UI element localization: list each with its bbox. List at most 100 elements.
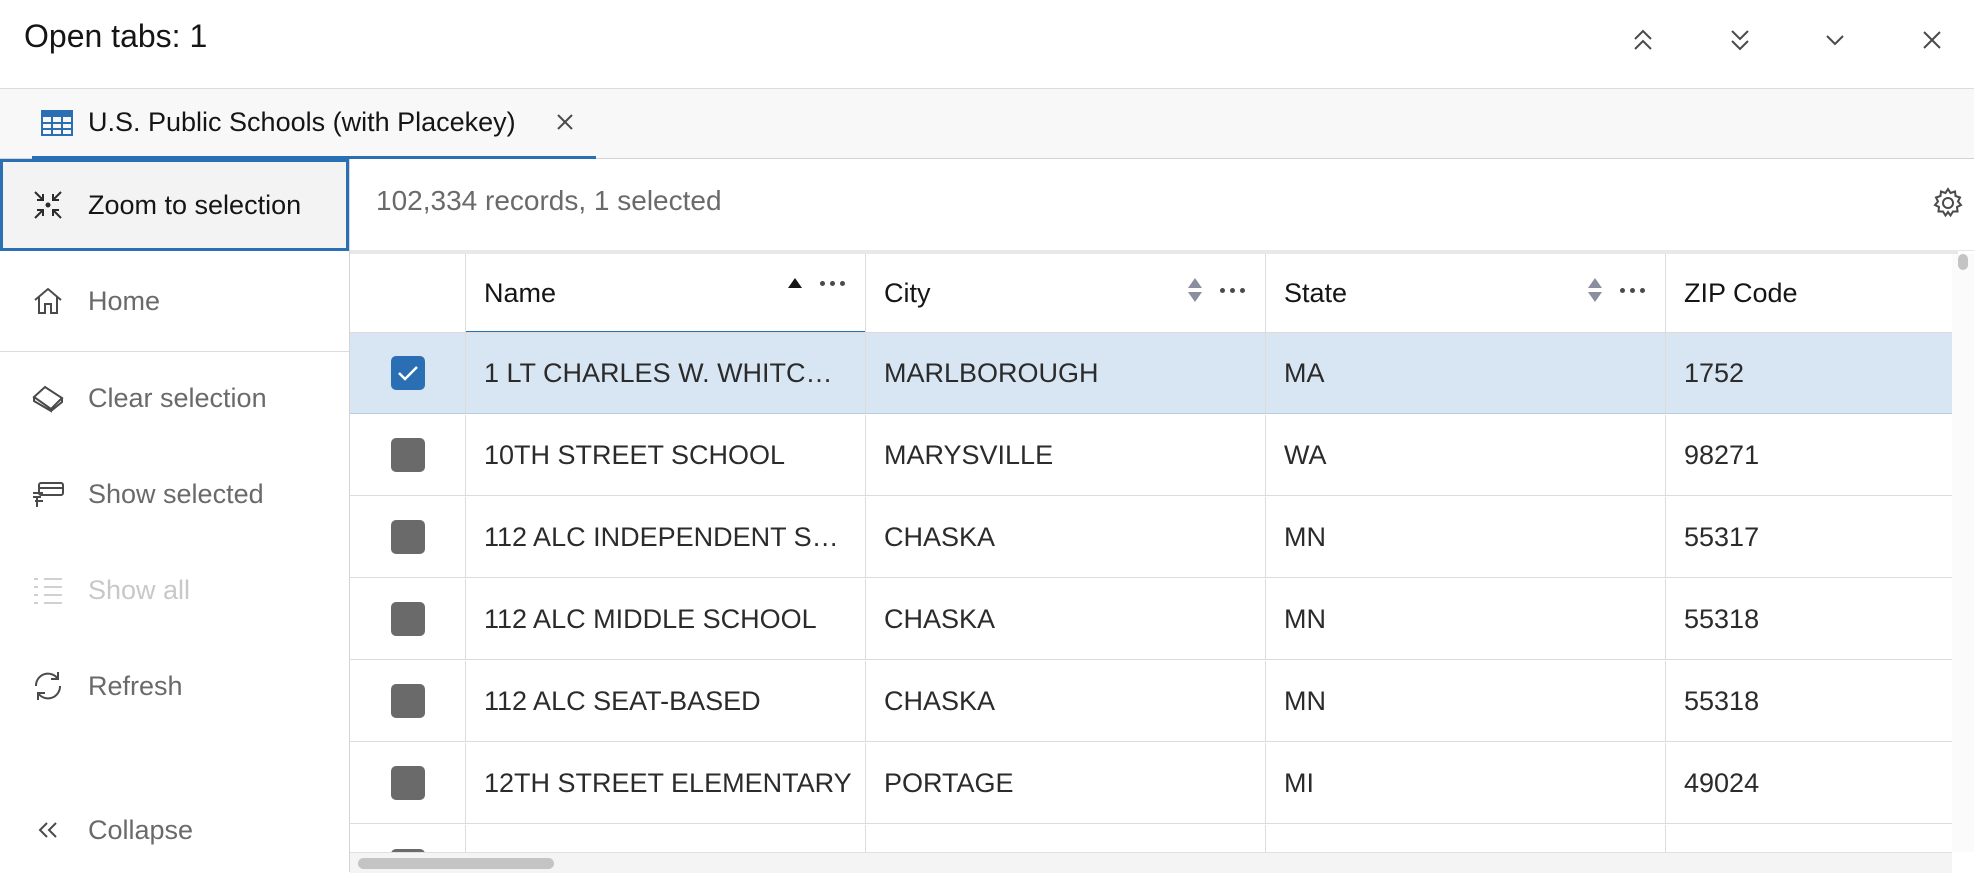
cell-zip: 55318 (1684, 685, 1760, 716)
row-checkbox[interactable] (390, 356, 425, 390)
table-row[interactable] (350, 825, 1952, 852)
double-chevron-left-icon (30, 812, 66, 848)
table-header-row: Name City State ZIP Code (350, 254, 1952, 333)
collapse-label: Collapse (88, 814, 194, 845)
chevron-down-icon (1826, 35, 1844, 46)
eraser-icon (30, 380, 66, 416)
cell-name: 12TH STREET ELEMENTARY (466, 743, 866, 823)
cell-zip: 49024 (1684, 767, 1760, 798)
row-checkbox[interactable] (390, 520, 425, 554)
expand-down-button[interactable] (1720, 20, 1760, 60)
table-row[interactable]: 1 LT CHARLES W. WHITC… MARLBOROUGH MA 17… (350, 333, 1952, 414)
column-header-label: State (1284, 277, 1348, 308)
table-row[interactable]: 112 ALC SEAT-BASED CHASKA MN 55318 (350, 661, 1952, 742)
row-checkbox[interactable] (390, 684, 425, 718)
vertical-scrollbar[interactable] (1952, 254, 1974, 852)
close-tab-button[interactable] (550, 107, 580, 137)
open-tabs-title: Open tabs: 1 (24, 18, 208, 54)
table-toolbar: 102,334 records, 1 selected (350, 159, 1974, 251)
row-checkbox[interactable] (390, 438, 425, 472)
sort-icon[interactable] (1188, 278, 1202, 302)
sort-icon[interactable] (1588, 278, 1602, 302)
close-panel-button[interactable] (1912, 20, 1952, 60)
zoom-to-selection-button[interactable]: Zoom to selection (0, 159, 349, 251)
cell-state (1266, 825, 1666, 852)
show-selected-label: Show selected (88, 478, 264, 509)
cell-city: PORTAGE (866, 743, 1266, 823)
tab-label: U.S. Public Schools (with Placekey) (88, 107, 516, 137)
cell-zip (1666, 825, 1952, 852)
zoom-to-selection-icon (30, 187, 66, 223)
row-checkbox-cell (350, 333, 466, 413)
home-label: Home (88, 285, 161, 316)
vertical-scroll-thumb[interactable] (1958, 254, 1968, 270)
table-row[interactable]: 10TH STREET SCHOOL MARYSVILLE WA 98271 (350, 415, 1952, 496)
action-sidebar: Zoom to selection Home Clear selection S… (0, 159, 350, 872)
column-header-label: City (884, 277, 931, 308)
column-options-button[interactable] (1620, 287, 1645, 293)
list-icon (30, 572, 66, 608)
cell-state: MN (1266, 497, 1666, 577)
checkmark-icon (397, 366, 418, 381)
record-count: 102,334 records, 1 selected (376, 185, 722, 216)
cell-state: MI (1266, 743, 1666, 823)
table-row[interactable]: 12TH STREET ELEMENTARY PORTAGE MI 49024 (350, 743, 1952, 824)
column-header-name[interactable]: Name (466, 254, 866, 332)
gear-icon (1933, 187, 1963, 218)
cell-city: MARLBOROUGH (866, 333, 1266, 413)
cell-state: MN (1266, 579, 1666, 659)
sort-ascending-icon[interactable] (788, 278, 802, 288)
cell-name: 112 ALC INDEPENDENT S… (466, 497, 866, 577)
refresh-label: Refresh (88, 670, 183, 701)
cell-name: 112 ALC MIDDLE SCHOOL (466, 579, 866, 659)
cell-state: WA (1266, 415, 1666, 495)
collapse-button[interactable]: Collapse (0, 784, 349, 876)
minimize-button[interactable] (1815, 20, 1855, 60)
table-icon (41, 109, 73, 136)
cell-name: 1 LT CHARLES W. WHITC… (466, 333, 866, 413)
panel-header: Open tabs: 1 (0, 0, 1974, 89)
cell-city: CHASKA (866, 497, 1266, 577)
horizontal-scrollbar[interactable] (350, 852, 1952, 873)
double-chevron-down-icon (1731, 30, 1749, 51)
column-options-button[interactable] (820, 280, 845, 286)
clear-selection-label: Clear selection (88, 382, 267, 413)
show-all-button[interactable]: Show all (0, 544, 349, 636)
zoom-to-selection-label: Zoom to selection (88, 189, 302, 220)
column-header-label: Name (484, 277, 557, 308)
expand-up-button[interactable] (1623, 20, 1663, 60)
refresh-button[interactable]: Refresh (0, 640, 349, 732)
column-header-state[interactable]: State (1266, 254, 1666, 332)
row-checkbox[interactable] (390, 602, 425, 636)
column-header-zip[interactable]: ZIP Code (1666, 254, 1952, 332)
cell-zip: 98271 (1684, 439, 1760, 470)
cell-zip: 1752 (1684, 357, 1745, 388)
show-all-label: Show all (88, 574, 191, 605)
close-icon (1923, 31, 1941, 49)
row-checkbox-cell (350, 497, 466, 577)
attribute-table: Name City State ZIP Code 1 LT CHARLES W.… (350, 254, 1952, 852)
row-checkbox-cell (350, 415, 466, 495)
tab-us-public-schools[interactable]: U.S. Public Schools (with Placekey) (32, 89, 596, 159)
clear-selection-button[interactable]: Clear selection (0, 352, 349, 444)
row-checkbox[interactable] (390, 766, 425, 800)
column-header-label: ZIP Code (1684, 277, 1798, 308)
cell-zip: 55317 (1684, 521, 1760, 552)
cell-city: CHASKA (866, 579, 1266, 659)
row-checkbox-cell (350, 743, 466, 823)
column-header-city[interactable]: City (866, 254, 1266, 332)
cell-zip: 55318 (1684, 603, 1760, 634)
table-row[interactable]: 112 ALC MIDDLE SCHOOL CHASKA MN 55318 (350, 579, 1952, 660)
horizontal-scroll-thumb[interactable] (358, 858, 554, 869)
column-options-button[interactable] (1220, 287, 1245, 293)
cell-state: MN (1266, 661, 1666, 741)
cell-name (466, 825, 866, 852)
table-settings-button[interactable] (1928, 183, 1968, 223)
show-selected-button[interactable]: Show selected (0, 448, 349, 540)
row-checkbox-cell (350, 661, 466, 741)
table-row[interactable]: 112 ALC INDEPENDENT S… CHASKA MN 55317 (350, 497, 1952, 578)
row-checkbox-cell (350, 825, 466, 852)
cell-city (866, 825, 1266, 852)
home-button[interactable]: Home (0, 255, 349, 347)
close-icon (557, 114, 573, 130)
